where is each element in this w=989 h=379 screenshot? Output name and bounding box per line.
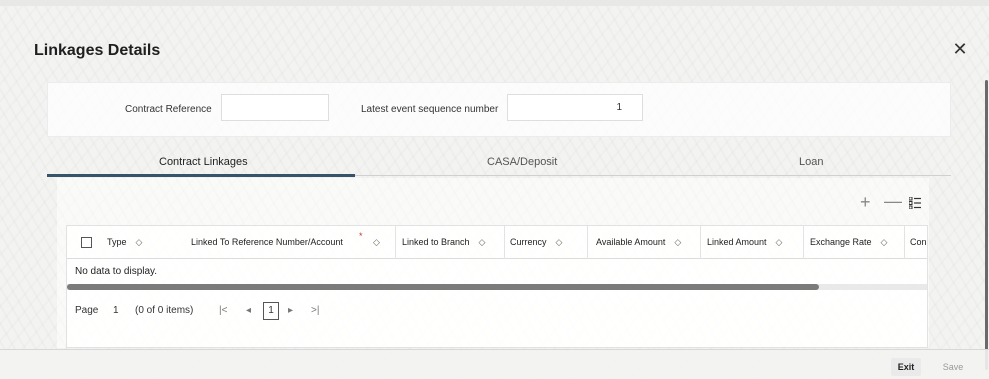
items-count: (0 of 0 items) — [135, 305, 194, 316]
list-columns-icon[interactable] — [908, 196, 921, 210]
close-icon[interactable]: ✕ — [952, 40, 968, 58]
column-header-con[interactable]: Con — [910, 237, 927, 247]
header-panel: Contract Reference Latest event sequence… — [47, 82, 951, 137]
linkages-table: Type ◇ Linked To Reference Number/Account… — [66, 225, 928, 348]
plus-icon[interactable]: + — [860, 193, 871, 211]
current-page-box[interactable]: 1 — [263, 302, 279, 320]
sort-icon[interactable]: ◇ — [373, 237, 380, 248]
minus-icon[interactable]: — — [884, 192, 902, 210]
table-header: Type ◇ Linked To Reference Number/Account… — [67, 226, 927, 259]
column-header-type[interactable]: Type ◇ — [107, 237, 142, 248]
tab-contract-linkages[interactable]: Contract Linkages — [159, 156, 248, 168]
sort-icon[interactable]: ◇ — [881, 237, 888, 247]
column-header-linked-amount[interactable]: Linked Amount ◇ — [707, 237, 782, 248]
sort-icon[interactable]: ◇ — [776, 237, 783, 247]
latest-event-label: Latest event sequence number — [361, 104, 499, 115]
horizontal-scroll-thumb[interactable] — [67, 284, 819, 290]
sort-icon[interactable]: ◇ — [556, 237, 563, 247]
active-tab-underline — [47, 174, 355, 177]
vertical-scrollbar[interactable] — [985, 80, 988, 370]
column-header-linked-to-branch[interactable]: Linked to Branch ◇ — [402, 237, 485, 248]
prev-page-icon[interactable]: ◂ — [246, 305, 251, 316]
first-page-icon[interactable]: |< — [219, 305, 227, 316]
required-marker: * — [359, 231, 363, 241]
sort-icon[interactable]: ◇ — [136, 237, 143, 247]
column-header-available-amount[interactable]: Available Amount ◇ — [596, 237, 681, 248]
tab-loan[interactable]: Loan — [799, 156, 823, 168]
top-strip — [0, 0, 989, 6]
empty-message: No data to display. — [75, 266, 158, 277]
sort-icon[interactable]: ◇ — [674, 237, 681, 247]
tab-casa-deposit[interactable]: CASA/Deposit — [487, 156, 557, 168]
page-label: Page — [75, 305, 99, 316]
tab-bar: Contract Linkages CASA/Deposit Loan — [47, 150, 951, 177]
horizontal-scrollbar[interactable] — [67, 284, 927, 290]
last-page-icon[interactable]: >| — [311, 305, 319, 316]
contract-reference-label: Contract Reference — [125, 104, 212, 115]
column-header-currency[interactable]: Currency ◇ — [510, 237, 562, 248]
dialog-title: Linkages Details — [34, 42, 161, 59]
sort-icon[interactable]: ◇ — [479, 237, 486, 247]
column-header-linked-to-reference[interactable]: Linked To Reference Number/Account — [191, 237, 343, 247]
latest-event-field[interactable]: 1 — [507, 94, 643, 121]
footer-bar: Exit Save — [0, 349, 989, 379]
exit-button[interactable]: Exit — [891, 358, 921, 376]
save-button[interactable]: Save — [936, 358, 970, 376]
next-page-icon[interactable]: ▸ — [288, 305, 293, 316]
contract-reference-field[interactable] — [221, 94, 329, 121]
page-input[interactable]: 1 — [113, 305, 119, 316]
column-header-exchange-rate[interactable]: Exchange Rate ◇ — [810, 237, 887, 248]
select-all-checkbox[interactable] — [81, 237, 92, 248]
